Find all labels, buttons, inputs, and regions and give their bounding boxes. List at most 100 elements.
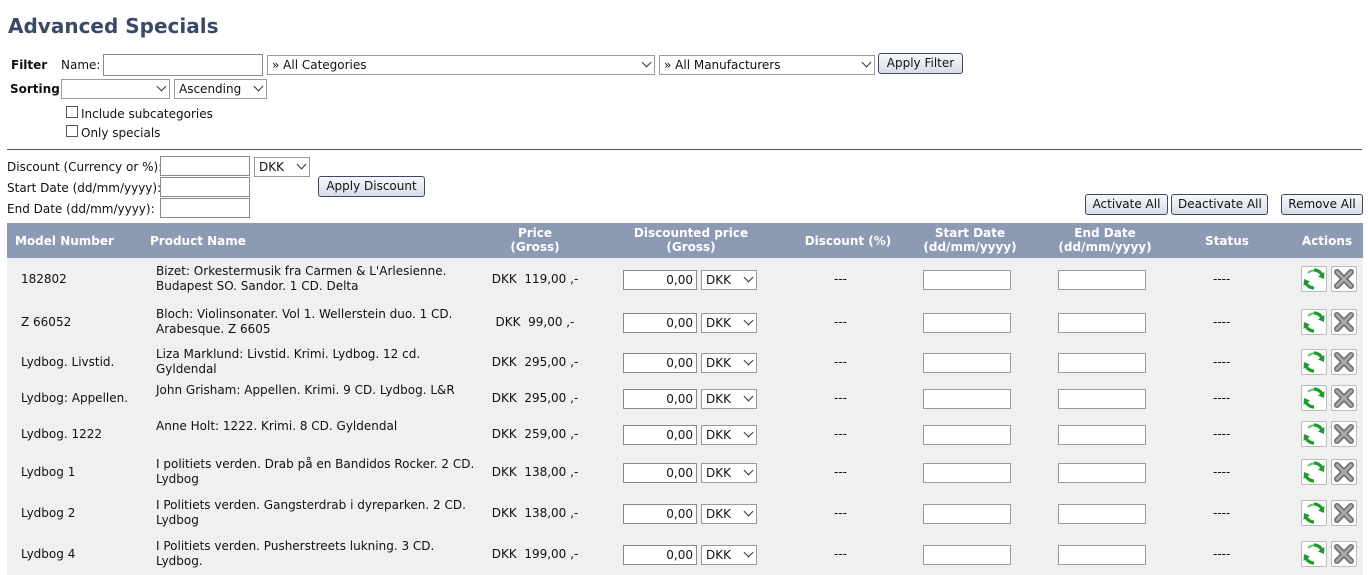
discounted-price-input[interactable]: 0,00: [623, 463, 697, 483]
chevron-down-icon: [743, 272, 754, 283]
discounted-price-input[interactable]: 0,00: [623, 353, 697, 373]
status-value: ----: [1213, 315, 1231, 329]
row-start-date-input[interactable]: [923, 313, 1011, 333]
activate-all-button[interactable]: Activate All: [1085, 194, 1168, 215]
header-discount-percent: Discount (%): [804, 234, 892, 248]
row-currency-select[interactable]: DKK: [701, 389, 757, 409]
remove-button[interactable]: [1331, 541, 1357, 567]
row-currency-select[interactable]: DKK: [701, 353, 757, 373]
discount-label: Discount (Currency or %):: [7, 160, 163, 174]
model-number: Lydbog 4: [21, 547, 76, 561]
row-start-date-input[interactable]: [923, 353, 1011, 373]
row-end-date-input[interactable]: [1058, 389, 1146, 409]
table-row: 182802 Bizet: Orkestermusik fra Carmen & …: [7, 259, 1363, 300]
refresh-icon: [1302, 543, 1326, 569]
close-icon: [1332, 462, 1356, 487]
refresh-icon: [1302, 311, 1326, 337]
row-end-date-input[interactable]: [1058, 270, 1146, 290]
discounted-price-input[interactable]: 0,00: [623, 389, 697, 409]
close-icon: [1332, 424, 1356, 449]
close-icon: [1332, 312, 1356, 337]
product-name: I Politiets verden. Gangsterdrab i dyrep…: [156, 498, 466, 527]
row-end-date-input[interactable]: [1058, 425, 1146, 445]
row-start-date-input[interactable]: [923, 504, 1011, 524]
start-date-input[interactable]: [160, 177, 250, 197]
row-currency-select[interactable]: DKK: [701, 463, 757, 483]
row-start-date-input[interactable]: [923, 425, 1011, 445]
table-row: Lydbog. Livstid. Liza Marklund: Livstid. …: [7, 342, 1363, 383]
discounted-price-input[interactable]: 0,00: [623, 313, 697, 333]
status-value: ----: [1213, 391, 1231, 405]
deactivate-all-button[interactable]: Deactivate All: [1171, 194, 1268, 215]
header-discounted-line2: (Gross): [666, 240, 716, 254]
remove-button[interactable]: [1331, 459, 1357, 485]
activate-button[interactable]: [1301, 385, 1327, 411]
price: DKK 295,00 ,-: [491, 391, 579, 405]
remove-button[interactable]: [1331, 309, 1357, 335]
activate-button[interactable]: [1301, 349, 1327, 375]
chevron-down-icon: [253, 81, 264, 92]
name-label: Name:: [61, 58, 101, 72]
row-currency-select[interactable]: DKK: [701, 270, 757, 290]
discount-currency-value: DKK: [259, 160, 284, 174]
row-currency-select[interactable]: DKK: [701, 545, 757, 565]
row-start-date-input[interactable]: [923, 389, 1011, 409]
remove-button[interactable]: [1331, 385, 1357, 411]
chevron-down-icon: [156, 81, 167, 92]
include-subcategories-checkbox[interactable]: [66, 106, 78, 118]
header-start-line1: Start Date: [934, 226, 1006, 240]
header-discounted-price: Discounted price (Gross): [621, 226, 761, 254]
manufacturer-select-value: » All Manufacturers: [664, 58, 781, 72]
row-end-date-input[interactable]: [1058, 313, 1146, 333]
row-currency-value: DKK: [706, 548, 731, 562]
remove-button[interactable]: [1331, 266, 1357, 292]
only-specials-checkbox[interactable]: [66, 125, 78, 137]
activate-button[interactable]: [1301, 541, 1327, 567]
discounted-price-input[interactable]: 0,00: [623, 270, 697, 290]
remove-button[interactable]: [1331, 421, 1357, 447]
discount-percent: ---: [834, 391, 847, 405]
discount-currency-select[interactable]: DKK: [254, 157, 310, 177]
row-start-date-input[interactable]: [923, 545, 1011, 565]
manufacturer-select[interactable]: » All Manufacturers: [659, 55, 875, 75]
row-end-date-input[interactable]: [1058, 545, 1146, 565]
activate-button[interactable]: [1301, 266, 1327, 292]
header-status: Status: [1205, 234, 1249, 248]
header-end-date: End Date (dd/mm/yyyy): [1050, 226, 1160, 254]
price: DKK 119,00 ,-: [491, 272, 579, 286]
discounted-price-input[interactable]: 0,00: [623, 504, 697, 524]
price: DKK 138,00 ,-: [491, 506, 579, 520]
row-currency-select[interactable]: DKK: [701, 425, 757, 445]
row-start-date-input[interactable]: [923, 270, 1011, 290]
activate-button[interactable]: [1301, 459, 1327, 485]
discounted-price-input[interactable]: 0,00: [623, 425, 697, 445]
remove-button[interactable]: [1331, 349, 1357, 375]
activate-button[interactable]: [1301, 309, 1327, 335]
page-title: Advanced Specials: [8, 14, 219, 38]
discount-input[interactable]: [160, 156, 250, 176]
header-start-date: Start Date (dd/mm/yyyy): [915, 226, 1025, 254]
category-select[interactable]: » All Categories: [267, 55, 655, 75]
sort-order-select[interactable]: Ascending: [174, 79, 267, 99]
table-row: Lydbog 1 I politiets verden. Drab på en B…: [7, 452, 1363, 493]
end-date-input[interactable]: [160, 198, 250, 218]
row-end-date-input[interactable]: [1058, 353, 1146, 373]
sort-field-select[interactable]: [61, 79, 170, 99]
discount-percent: ---: [834, 272, 847, 286]
row-end-date-input[interactable]: [1058, 504, 1146, 524]
name-input[interactable]: [103, 54, 263, 76]
row-currency-select[interactable]: DKK: [701, 504, 757, 524]
row-currency-select[interactable]: DKK: [701, 313, 757, 333]
row-start-date-input[interactable]: [923, 463, 1011, 483]
remove-all-button[interactable]: Remove All: [1281, 194, 1363, 215]
activate-button[interactable]: [1301, 421, 1327, 447]
filter-label: Filter: [11, 58, 48, 72]
row-end-date-input[interactable]: [1058, 463, 1146, 483]
discounted-price-input[interactable]: 0,00: [623, 545, 697, 565]
remove-button[interactable]: [1331, 500, 1357, 526]
chevron-down-icon: [861, 57, 872, 68]
refresh-icon: [1302, 387, 1326, 413]
apply-filter-button[interactable]: Apply Filter: [878, 53, 963, 74]
activate-button[interactable]: [1301, 500, 1327, 526]
apply-discount-button[interactable]: Apply Discount: [318, 176, 425, 197]
